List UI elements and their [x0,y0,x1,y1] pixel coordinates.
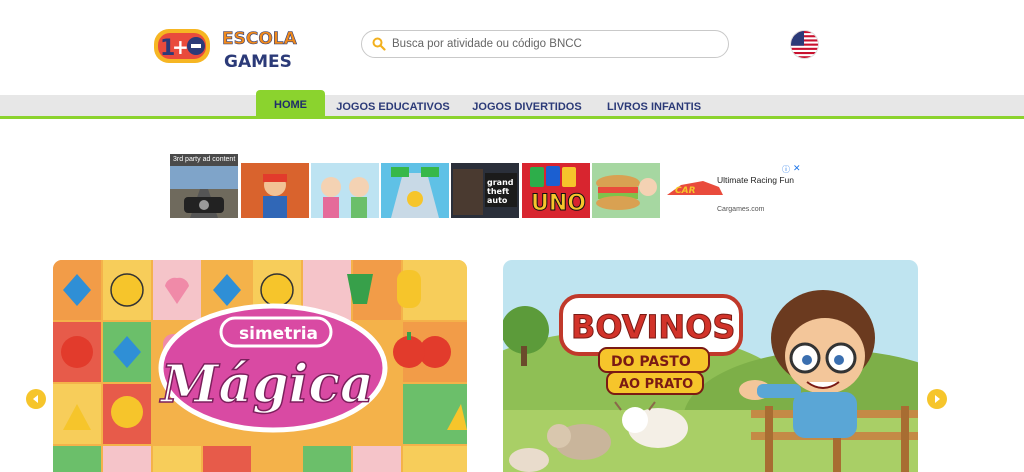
svg-text:ESCOLA: ESCOLA [222,29,298,49]
escola-games-logo[interactable]: 1 + ESCOLA GAMES [152,17,302,71]
ad-thumb-sandwich[interactable] [592,163,660,218]
nav-livros-infantis[interactable]: LIVROS INFANTIS [604,95,704,119]
svg-text:auto: auto [487,196,508,205]
svg-text:AO PRATO: AO PRATO [619,377,693,392]
svg-text:grand: grand [487,178,514,187]
svg-text:CAR: CAR [675,186,696,196]
nav-home[interactable]: HOME [256,90,325,119]
ad-thumb-gta[interactable]: grand theft auto [451,163,519,218]
ad-text-domain[interactable]: Cargames.com [717,206,764,213]
search-icon [372,37,386,51]
chevron-left-icon [33,395,38,403]
game-card-simetria-magica[interactable]: simetria Mágica [53,260,467,472]
svg-text:+: + [172,35,189,59]
nav-jogos-educativos[interactable]: JOGOS EDUCATIVOS [336,95,450,119]
svg-text:BOVINOS: BOVINOS [571,308,735,346]
ad-close-icon[interactable]: ✕ [793,163,801,174]
ad-thumb-subway[interactable] [241,163,309,218]
ad-thumb-toca[interactable] [311,163,379,218]
game-card-bovinos[interactable]: BOVINOS DO PASTO AO PRATO [503,260,918,472]
svg-text:theft: theft [487,187,509,196]
us-flag-icon[interactable] [791,31,818,58]
chevron-right-icon [935,395,940,403]
ad-thumb-count-masters[interactable] [381,163,449,218]
svg-text:simetria: simetria [239,324,318,344]
nav-jogos-divertidos[interactable]: JOGOS DIVERTIDOS [470,95,584,119]
search-bar[interactable] [361,30,729,58]
carousel-next-button[interactable] [927,389,947,409]
ad-info-icon[interactable]: ⓘ [782,164,790,175]
page: 1 + ESCOLA GAMES HOME JOGOS EDUCATIVOS J… [0,0,1024,472]
svg-text:Mágica: Mágica [159,354,374,415]
ad-label: 3rd party ad content [170,154,239,166]
simetria-magica-art: simetria Mágica [53,260,467,472]
ad-thumb-moto[interactable] [170,163,238,218]
carousel-prev-button[interactable] [26,389,46,409]
svg-text:UNO: UNO [531,191,586,216]
ad-text-title[interactable]: Ultimate Racing Fun [717,175,797,186]
main-nav: HOME JOGOS EDUCATIVOS JOGOS DIVERTIDOS L… [0,90,1024,119]
search-input[interactable] [392,38,712,50]
svg-text:GAMES: GAMES [224,52,292,71]
ad-strip: grand theft auto UNO CAR [170,163,800,218]
svg-text:DO PASTO: DO PASTO [611,354,691,370]
ad-thumb-uno[interactable]: UNO [522,163,590,218]
bovinos-art: BOVINOS DO PASTO AO PRATO [503,260,918,472]
